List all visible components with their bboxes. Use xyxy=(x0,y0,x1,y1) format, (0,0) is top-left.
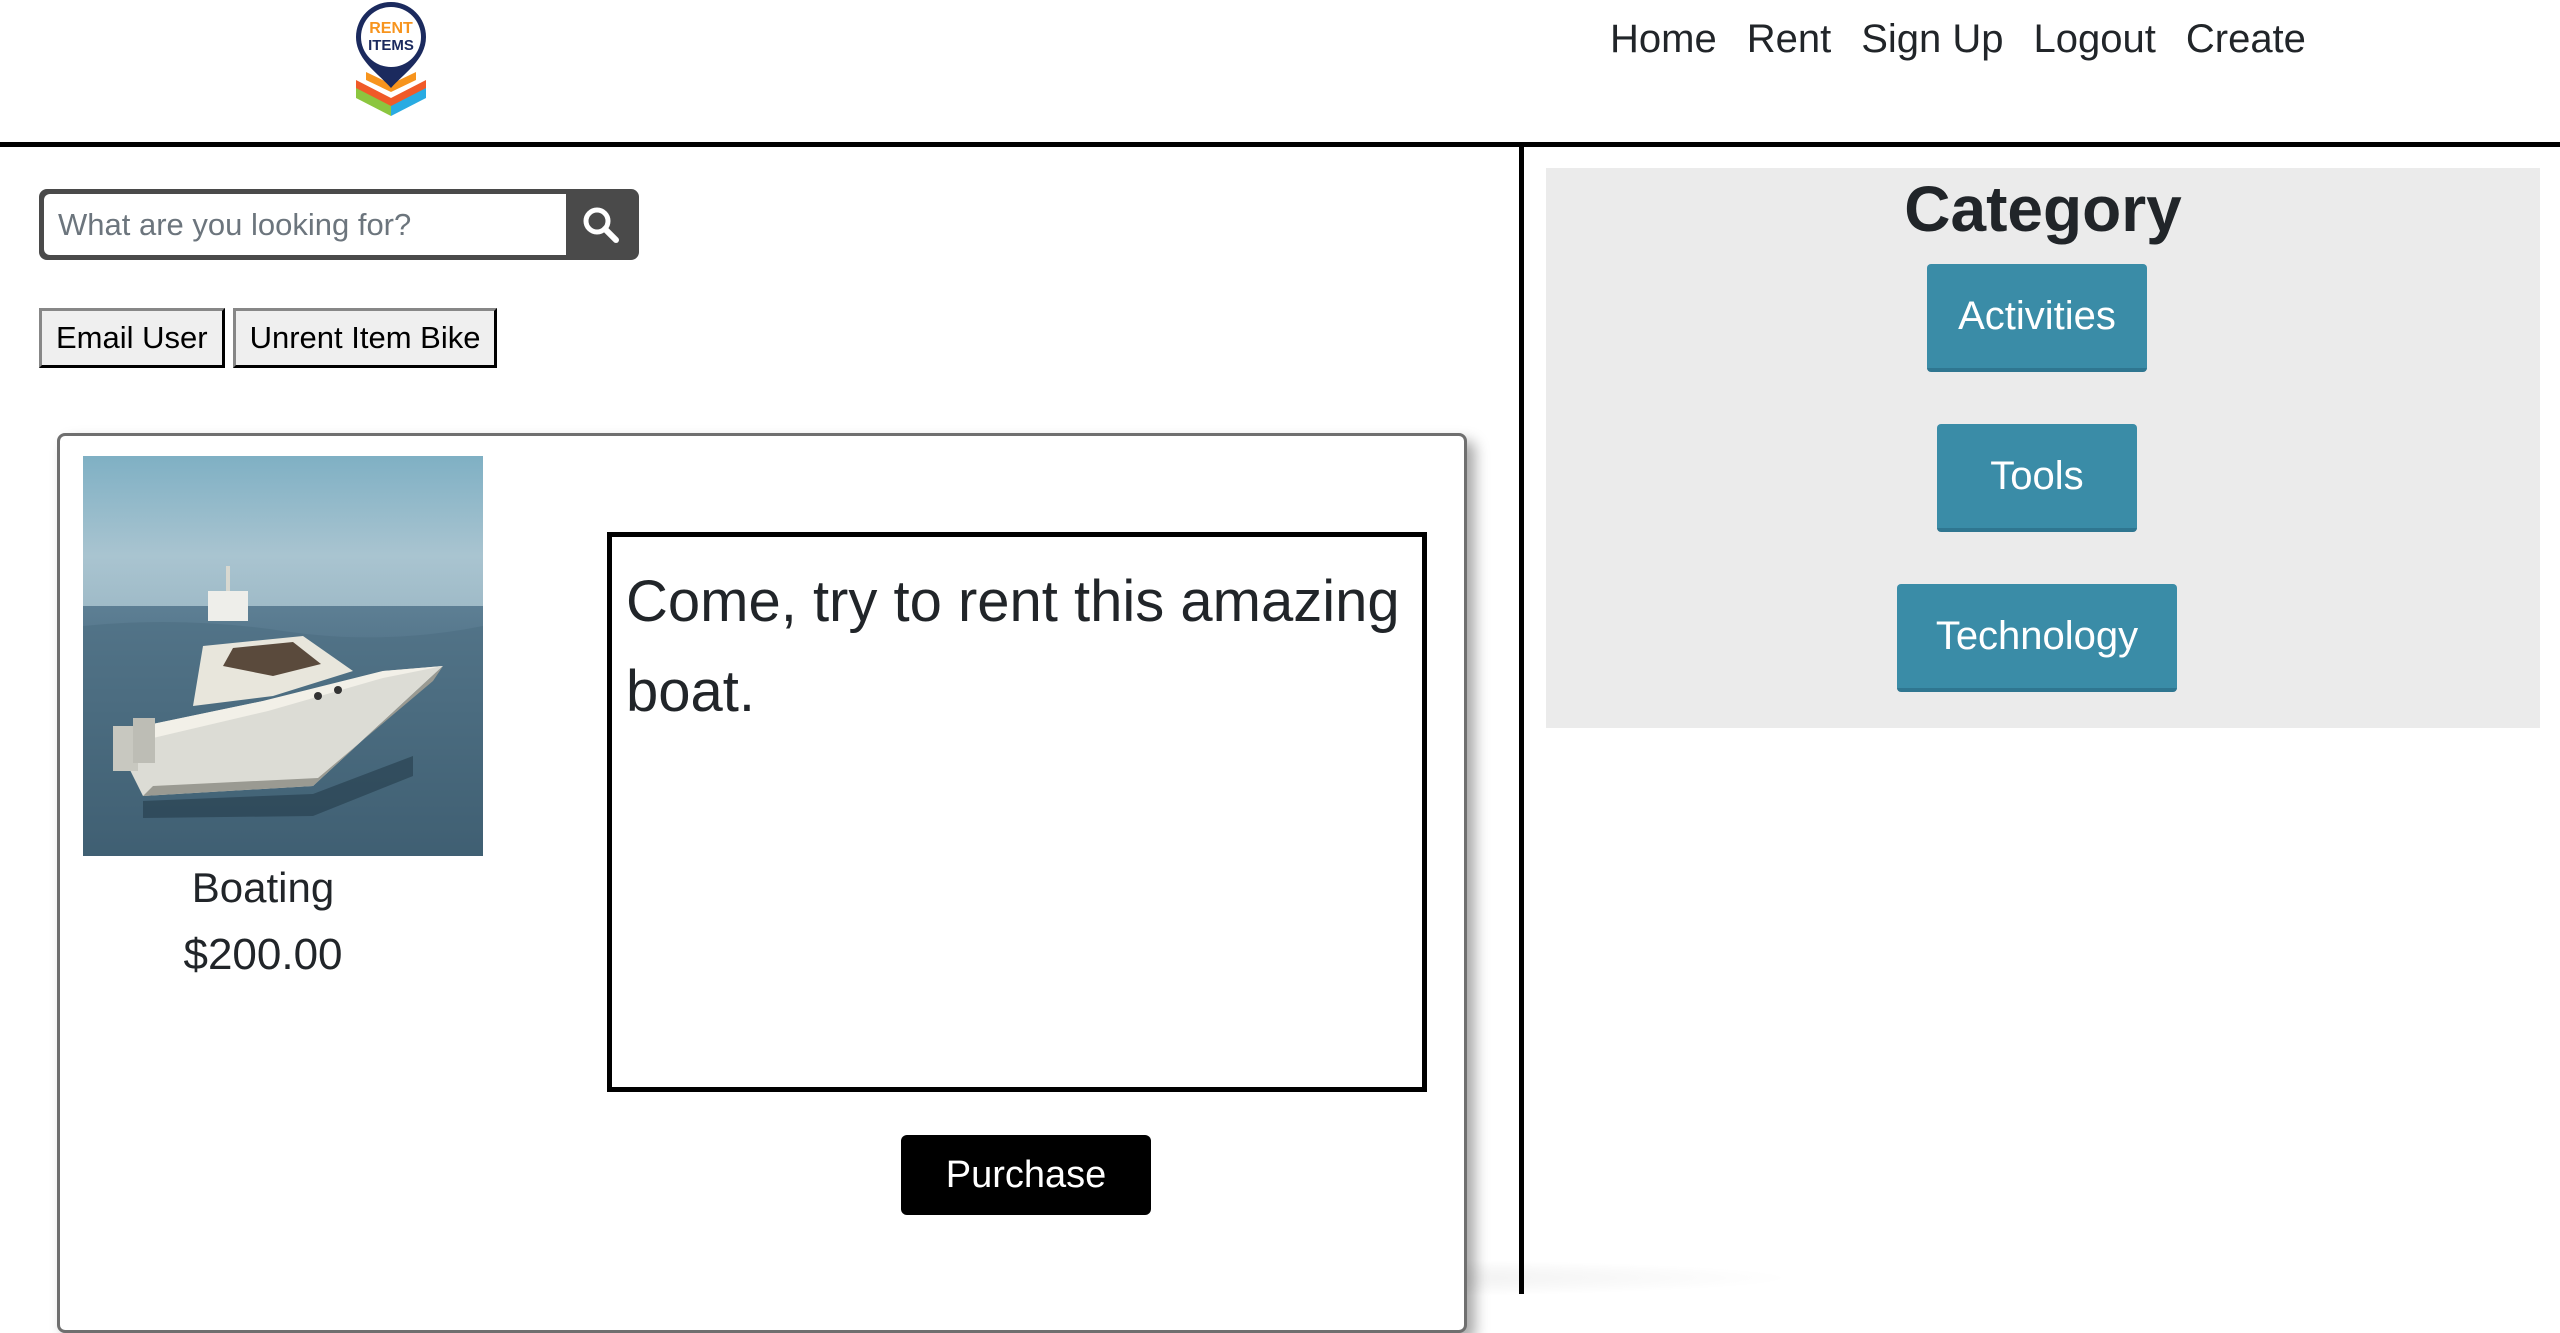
search-input[interactable] xyxy=(44,194,566,255)
category-activities-button[interactable]: Activities xyxy=(1927,264,2147,372)
category-tools-button[interactable]: Tools xyxy=(1937,424,2137,532)
site-header: RENT ITEMS Home Rent Sign Up Logout Crea… xyxy=(0,0,2560,147)
column-divider xyxy=(1519,142,1524,1294)
search-button[interactable] xyxy=(567,194,634,255)
category-panel: Category Activities Tools Technology xyxy=(1546,168,2540,728)
boat-image[interactable] xyxy=(83,456,483,856)
nav-home-link[interactable]: Home xyxy=(1610,12,1717,66)
search-icon xyxy=(583,207,619,243)
nav-create-link[interactable]: Create xyxy=(2186,12,2306,66)
rent-items-logo[interactable]: RENT ITEMS xyxy=(346,0,436,118)
item-description: Come, try to rent this amazing boat. xyxy=(607,532,1427,1092)
main-nav: Home Rent Sign Up Logout Create xyxy=(1610,12,2336,66)
search-bar xyxy=(39,189,639,260)
category-title: Category xyxy=(1904,173,2182,245)
purchase-button[interactable]: Purchase xyxy=(901,1135,1151,1215)
nav-signup-link[interactable]: Sign Up xyxy=(1861,12,2003,66)
svg-text:RENT: RENT xyxy=(369,20,413,37)
category-technology-button[interactable]: Technology xyxy=(1897,584,2177,692)
svg-text:ITEMS: ITEMS xyxy=(368,37,414,54)
item-card: Boating $200.00 Come, try to rent this a… xyxy=(57,433,1467,1333)
action-buttons: Email User Unrent Item Bike xyxy=(39,308,505,368)
item-price: $200.00 xyxy=(183,930,343,979)
nav-logout-link[interactable]: Logout xyxy=(2034,12,2156,66)
email-user-button[interactable]: Email User xyxy=(39,308,225,368)
unrent-item-button[interactable]: Unrent Item Bike xyxy=(232,308,498,368)
nav-rent-link[interactable]: Rent xyxy=(1747,12,1832,66)
item-name: Boating xyxy=(191,864,335,911)
